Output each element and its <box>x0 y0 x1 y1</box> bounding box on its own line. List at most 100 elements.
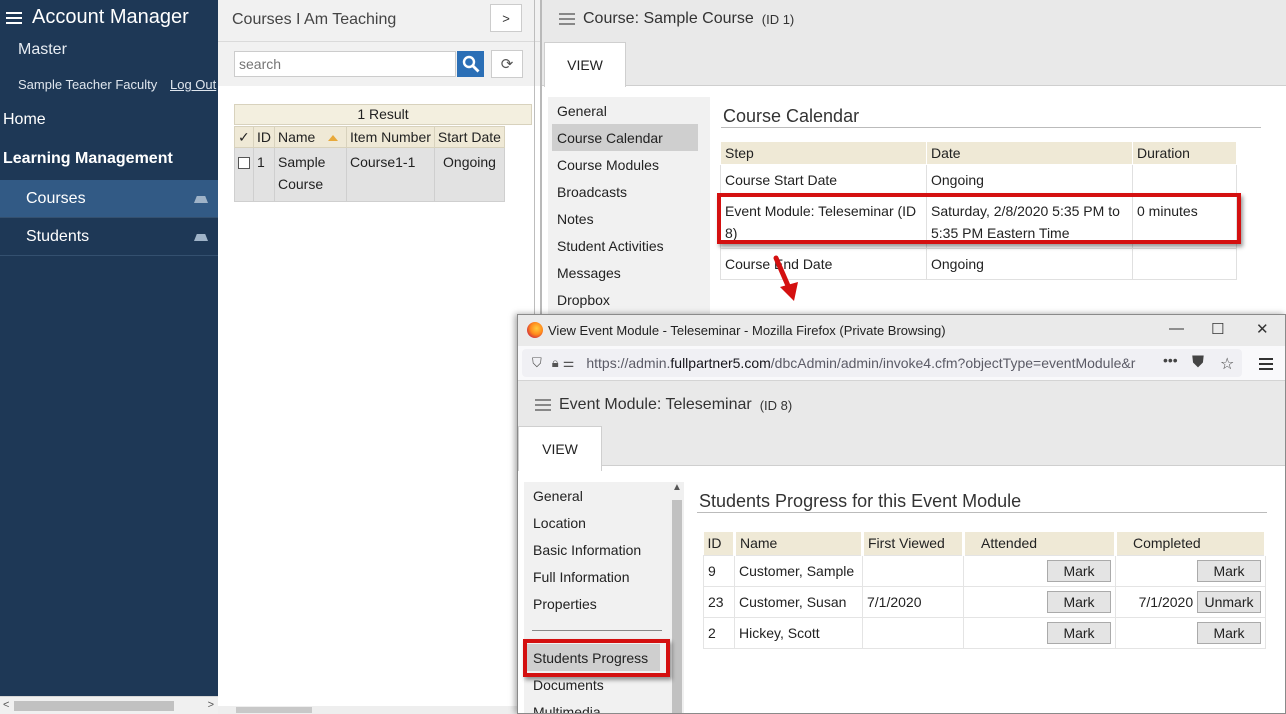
row-checkbox[interactable] <box>238 157 250 170</box>
event-module-title-text: Event Module: Teleseminar <box>559 396 752 413</box>
side-item-course-calendar[interactable]: Course Calendar <box>552 124 698 151</box>
row-checkbox-cell[interactable] <box>234 147 254 202</box>
event-module-header: Event Module: Teleseminar (ID 8) <box>518 381 1285 466</box>
heading-divider <box>721 127 1261 128</box>
column-header-name-label: Name <box>278 129 316 145</box>
menu-icon[interactable] <box>559 10 575 28</box>
refresh-icon: ⟳ <box>500 56 514 73</box>
mark-attended-button[interactable]: Mark <box>1047 559 1111 582</box>
column-header-attended: Attended <box>963 532 1117 555</box>
side-item-course-modules[interactable]: Course Modules <box>548 151 710 178</box>
cell-step: Course Start Date <box>720 164 927 196</box>
table-header-row: Step Date Duration <box>720 141 1237 165</box>
column-header-name: Name <box>734 532 864 555</box>
result-count: 1 Result <box>234 104 532 125</box>
mark-attended-button[interactable]: Mark <box>1047 621 1111 644</box>
pocket-icon[interactable]: ⛊ <box>1192 354 1204 372</box>
horizontal-scrollbar[interactable]: < > <box>0 696 218 714</box>
cell-date: Ongoing <box>926 248 1133 280</box>
course-id: (ID 1) <box>761 11 795 27</box>
course-title: Course: Sample Course (ID 1) <box>559 10 794 28</box>
nav-item-courses[interactable]: Courses <box>0 180 218 218</box>
column-header-check[interactable]: ✓ <box>234 126 254 148</box>
window-titlebar[interactable]: View Event Module - Teleseminar - Mozill… <box>518 315 1285 346</box>
cell-completed: 7/1/2020 Unmark <box>1115 585 1266 618</box>
cell-name: Customer, Susan <box>734 585 863 618</box>
close-icon[interactable]: ✕ <box>1256 320 1269 338</box>
side-item-location[interactable]: Location <box>524 509 670 536</box>
red-arrow-annotation <box>773 255 798 301</box>
side-item-general[interactable]: General <box>524 482 670 509</box>
course-header: Course: Sample Course (ID 1) <box>542 0 1286 86</box>
url-domain: fullpartner5.com <box>670 355 771 371</box>
table-row: Course Start Date Ongoing <box>720 164 1237 196</box>
side-item-basic-information[interactable]: Basic Information <box>524 536 670 563</box>
mark-completed-button[interactable]: Mark <box>1197 621 1261 644</box>
column-header-item-number[interactable]: Item Number <box>346 126 435 148</box>
expand-icon[interactable] <box>194 234 208 241</box>
scrollbar-thumb[interactable] <box>14 701 174 711</box>
side-item-general[interactable]: General <box>548 97 710 124</box>
column-header-start-date[interactable]: Start Date <box>433 126 505 148</box>
tab-view[interactable]: VIEW <box>518 426 602 471</box>
cell-completed: Mark <box>1115 554 1266 587</box>
side-item-properties[interactable]: Properties <box>524 590 670 617</box>
search-button[interactable] <box>457 51 484 77</box>
url-text[interactable]: https://admin.fullpartner5.com/dbcAdmin/… <box>586 355 1136 371</box>
courses-panel-header: Courses I Am Teaching > <box>218 0 540 42</box>
maximize-icon[interactable]: ☐ <box>1211 320 1224 338</box>
lock-icon[interactable]: 🔒︎ <box>552 355 559 371</box>
cell-name[interactable]: Sample Course <box>274 147 347 202</box>
heading-divider <box>697 512 1267 513</box>
search-input[interactable] <box>234 51 456 77</box>
nav-item-students[interactable]: Students <box>0 218 218 256</box>
side-item-broadcasts[interactable]: Broadcasts <box>548 178 710 205</box>
unmark-completed-button[interactable]: Unmark <box>1197 590 1261 613</box>
cell-id: 1 <box>253 147 275 202</box>
shield-icon[interactable]: ⛉ <box>532 355 542 371</box>
scroll-right-icon[interactable]: > <box>208 699 214 711</box>
side-item-messages[interactable]: Messages <box>548 259 710 286</box>
scroll-up-icon[interactable]: ▲ <box>672 482 682 493</box>
column-header-name[interactable]: Name <box>274 126 347 148</box>
table-row[interactable]: 1 Sample Course Course1-1 Ongoing <box>234 147 505 202</box>
calendar-heading: Course Calendar <box>723 106 860 126</box>
cell-attended: Mark <box>963 616 1116 649</box>
side-item-notes[interactable]: Notes <box>548 205 710 232</box>
scrollbar-thumb[interactable] <box>236 707 312 713</box>
browser-menu-icon[interactable] <box>1259 355 1273 373</box>
next-button[interactable]: > <box>490 4 522 32</box>
logout-link[interactable]: Log Out <box>170 77 216 92</box>
sort-asc-icon <box>328 135 339 141</box>
tab-view[interactable]: VIEW <box>544 42 626 87</box>
expand-icon[interactable] <box>194 196 208 203</box>
permissions-icon[interactable]: ⚌ <box>563 355 575 371</box>
minimize-icon[interactable]: — <box>1169 320 1184 337</box>
bookmark-star-icon[interactable]: ☆ <box>1220 354 1234 374</box>
menu-icon[interactable] <box>535 396 551 414</box>
vertical-scrollbar[interactable]: ▲ <box>670 482 684 713</box>
url-prefix: https://admin. <box>586 355 671 371</box>
left-navigation: Account Manager Master Sample Teacher Fa… <box>0 0 218 714</box>
scrollbar-thumb[interactable] <box>672 500 682 713</box>
side-item-dropbox[interactable]: Dropbox <box>548 286 710 313</box>
mark-completed-button[interactable]: Mark <box>1197 559 1261 582</box>
side-item-multimedia[interactable]: Multimedia <box>524 698 670 714</box>
nav-home[interactable]: Home <box>3 111 46 129</box>
event-side-menu: General Location Basic Information Full … <box>524 482 670 714</box>
hamburger-menu-icon[interactable] <box>6 9 22 27</box>
cell-duration <box>1132 248 1237 280</box>
url-path: /dbcAdmin/admin/invoke4.cfm?objectType=e… <box>770 355 1136 371</box>
page-actions-icon[interactable]: ••• <box>1163 352 1178 368</box>
side-item-full-information[interactable]: Full Information <box>524 563 670 590</box>
side-item-student-activities[interactable]: Student Activities <box>548 232 710 259</box>
mark-attended-button[interactable]: Mark <box>1047 590 1111 613</box>
refresh-button[interactable]: ⟳ <box>491 50 523 78</box>
app-title[interactable]: Account Manager <box>6 6 189 29</box>
url-field[interactable]: ⛉ 🔒︎ ⚌ https://admin.fullpartner5.com/db… <box>522 349 1242 377</box>
table-row: 23 Customer, Susan 7/1/2020 Mark 7/1/202… <box>703 585 1266 618</box>
nav-section-learning-management[interactable]: Learning Management <box>3 150 173 168</box>
horizontal-scrollbar[interactable] <box>218 706 540 714</box>
column-header-id[interactable]: ID <box>253 126 275 148</box>
scroll-left-icon[interactable]: < <box>3 699 9 711</box>
